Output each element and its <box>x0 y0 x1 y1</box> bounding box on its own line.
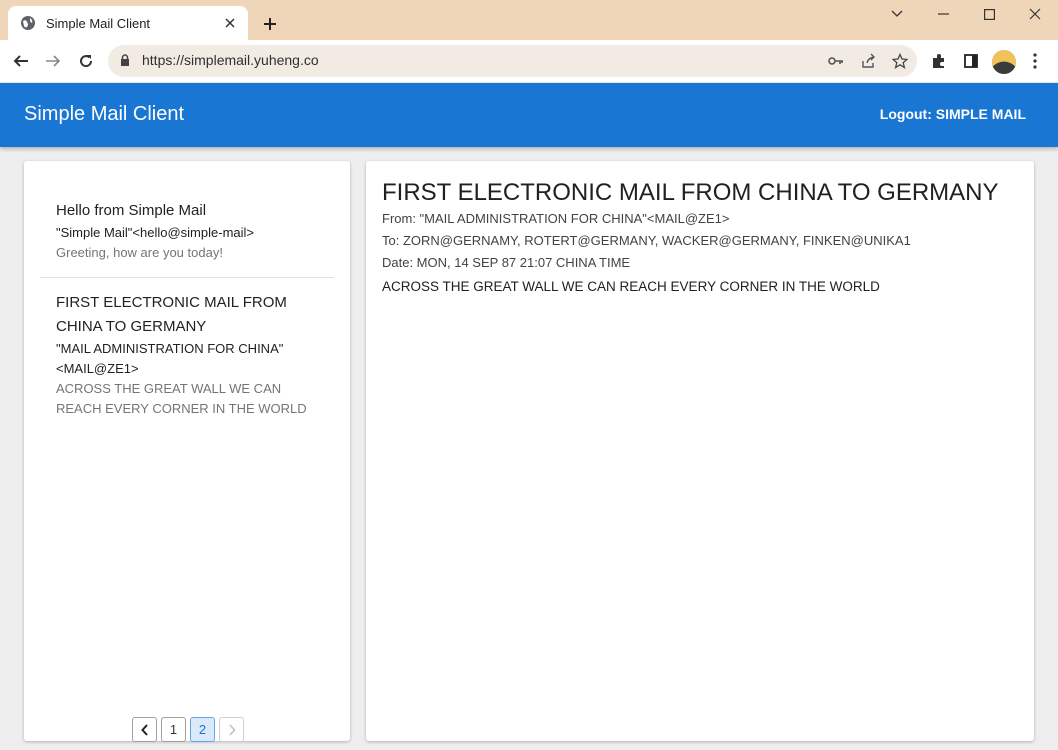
forward-arrow-icon[interactable] <box>40 48 66 74</box>
share-icon[interactable] <box>858 51 878 71</box>
close-window-icon[interactable] <box>1012 0 1058 28</box>
close-tab-icon[interactable] <box>222 15 238 31</box>
logout-button[interactable]: Logout: SIMPLE MAIL <box>880 106 1026 122</box>
maximize-icon[interactable] <box>966 0 1012 28</box>
profile-avatar[interactable] <box>992 50 1016 74</box>
previous-page-button[interactable] <box>132 717 157 742</box>
chevron-left-icon <box>140 723 148 736</box>
browser-tab[interactable]: Simple Mail Client <box>8 6 248 40</box>
address-bar[interactable]: https://simplemail.yuheng.co <box>108 45 917 77</box>
new-tab-icon[interactable] <box>258 12 282 36</box>
detail-from: From: "MAIL ADMINISTRATION FOR CHINA"<MA… <box>382 211 730 226</box>
back-arrow-icon[interactable] <box>8 48 34 74</box>
side-panel-icon[interactable] <box>960 50 982 72</box>
mail-subject-line: FIRST ELECTRONIC MAIL FROM <box>56 294 287 311</box>
divider <box>40 277 334 278</box>
page-button-1[interactable]: 1 <box>161 717 186 742</box>
reload-icon[interactable] <box>73 48 99 74</box>
mail-sender: "Simple Mail"<hello@simple-mail> <box>56 225 254 240</box>
app-title: Simple Mail Client <box>24 103 185 125</box>
mail-subject: Hello from Simple Mail <box>56 202 207 219</box>
pagination: 1 2 <box>132 717 244 742</box>
mail-sender-line: <MAIL@ZE1> <box>56 361 139 376</box>
mail-list-item[interactable]: FIRST ELECTRONIC MAIL FROM CHINA TO GERM… <box>40 291 334 419</box>
tab-search-chevron-icon[interactable] <box>874 0 920 28</box>
mail-sender-line: "MAIL ADMINISTRATION FOR CHINA" <box>56 341 284 356</box>
key-icon[interactable] <box>826 51 846 71</box>
mail-subject-line: CHINA TO GERMANY <box>56 318 207 335</box>
more-menu-icon[interactable] <box>1024 50 1046 72</box>
minimize-icon[interactable] <box>920 0 966 28</box>
browser-tabstrip: Simple Mail Client <box>0 0 1058 40</box>
detail-date: Date: MON, 14 SEP 87 21:07 CHINA TIME <box>382 255 631 270</box>
detail-to: To: ZORN@GERNAMY, ROTERT@GERMANY, WACKER… <box>382 233 911 248</box>
page-button-2[interactable]: 2 <box>190 717 215 742</box>
tab-title: Simple Mail Client <box>46 15 151 31</box>
next-page-button[interactable] <box>219 717 244 742</box>
url-text: https://simplemail.yuheng.co <box>142 52 319 68</box>
mail-detail-panel: FIRST ELECTRONIC MAIL FROM CHINA TO GERM… <box>366 161 1034 741</box>
browser-toolbar: https://simplemail.yuheng.co <box>0 40 1058 82</box>
mail-preview: Greeting, how are you today! <box>56 245 223 260</box>
mail-preview-line: REACH EVERY CORNER IN THE WORLD <box>56 401 307 416</box>
mail-list-item[interactable]: Hello from Simple Mail "Simple Mail"<hel… <box>40 199 334 263</box>
app-header: Simple Mail Client Logout: SIMPLE MAIL <box>0 83 1058 147</box>
detail-body: ACROSS THE GREAT WALL WE CAN REACH EVERY… <box>382 279 880 294</box>
mail-preview-line: ACROSS THE GREAT WALL WE CAN <box>56 381 282 396</box>
star-icon[interactable] <box>890 51 910 71</box>
lock-icon <box>121 54 129 66</box>
extensions-puzzle-icon[interactable] <box>928 50 950 72</box>
detail-subject: FIRST ELECTRONIC MAIL FROM CHINA TO GERM… <box>382 179 999 206</box>
mail-list-panel: Hello from Simple Mail "Simple Mail"<hel… <box>24 161 350 742</box>
chevron-right-icon <box>228 723 236 736</box>
globe-icon <box>21 16 35 30</box>
